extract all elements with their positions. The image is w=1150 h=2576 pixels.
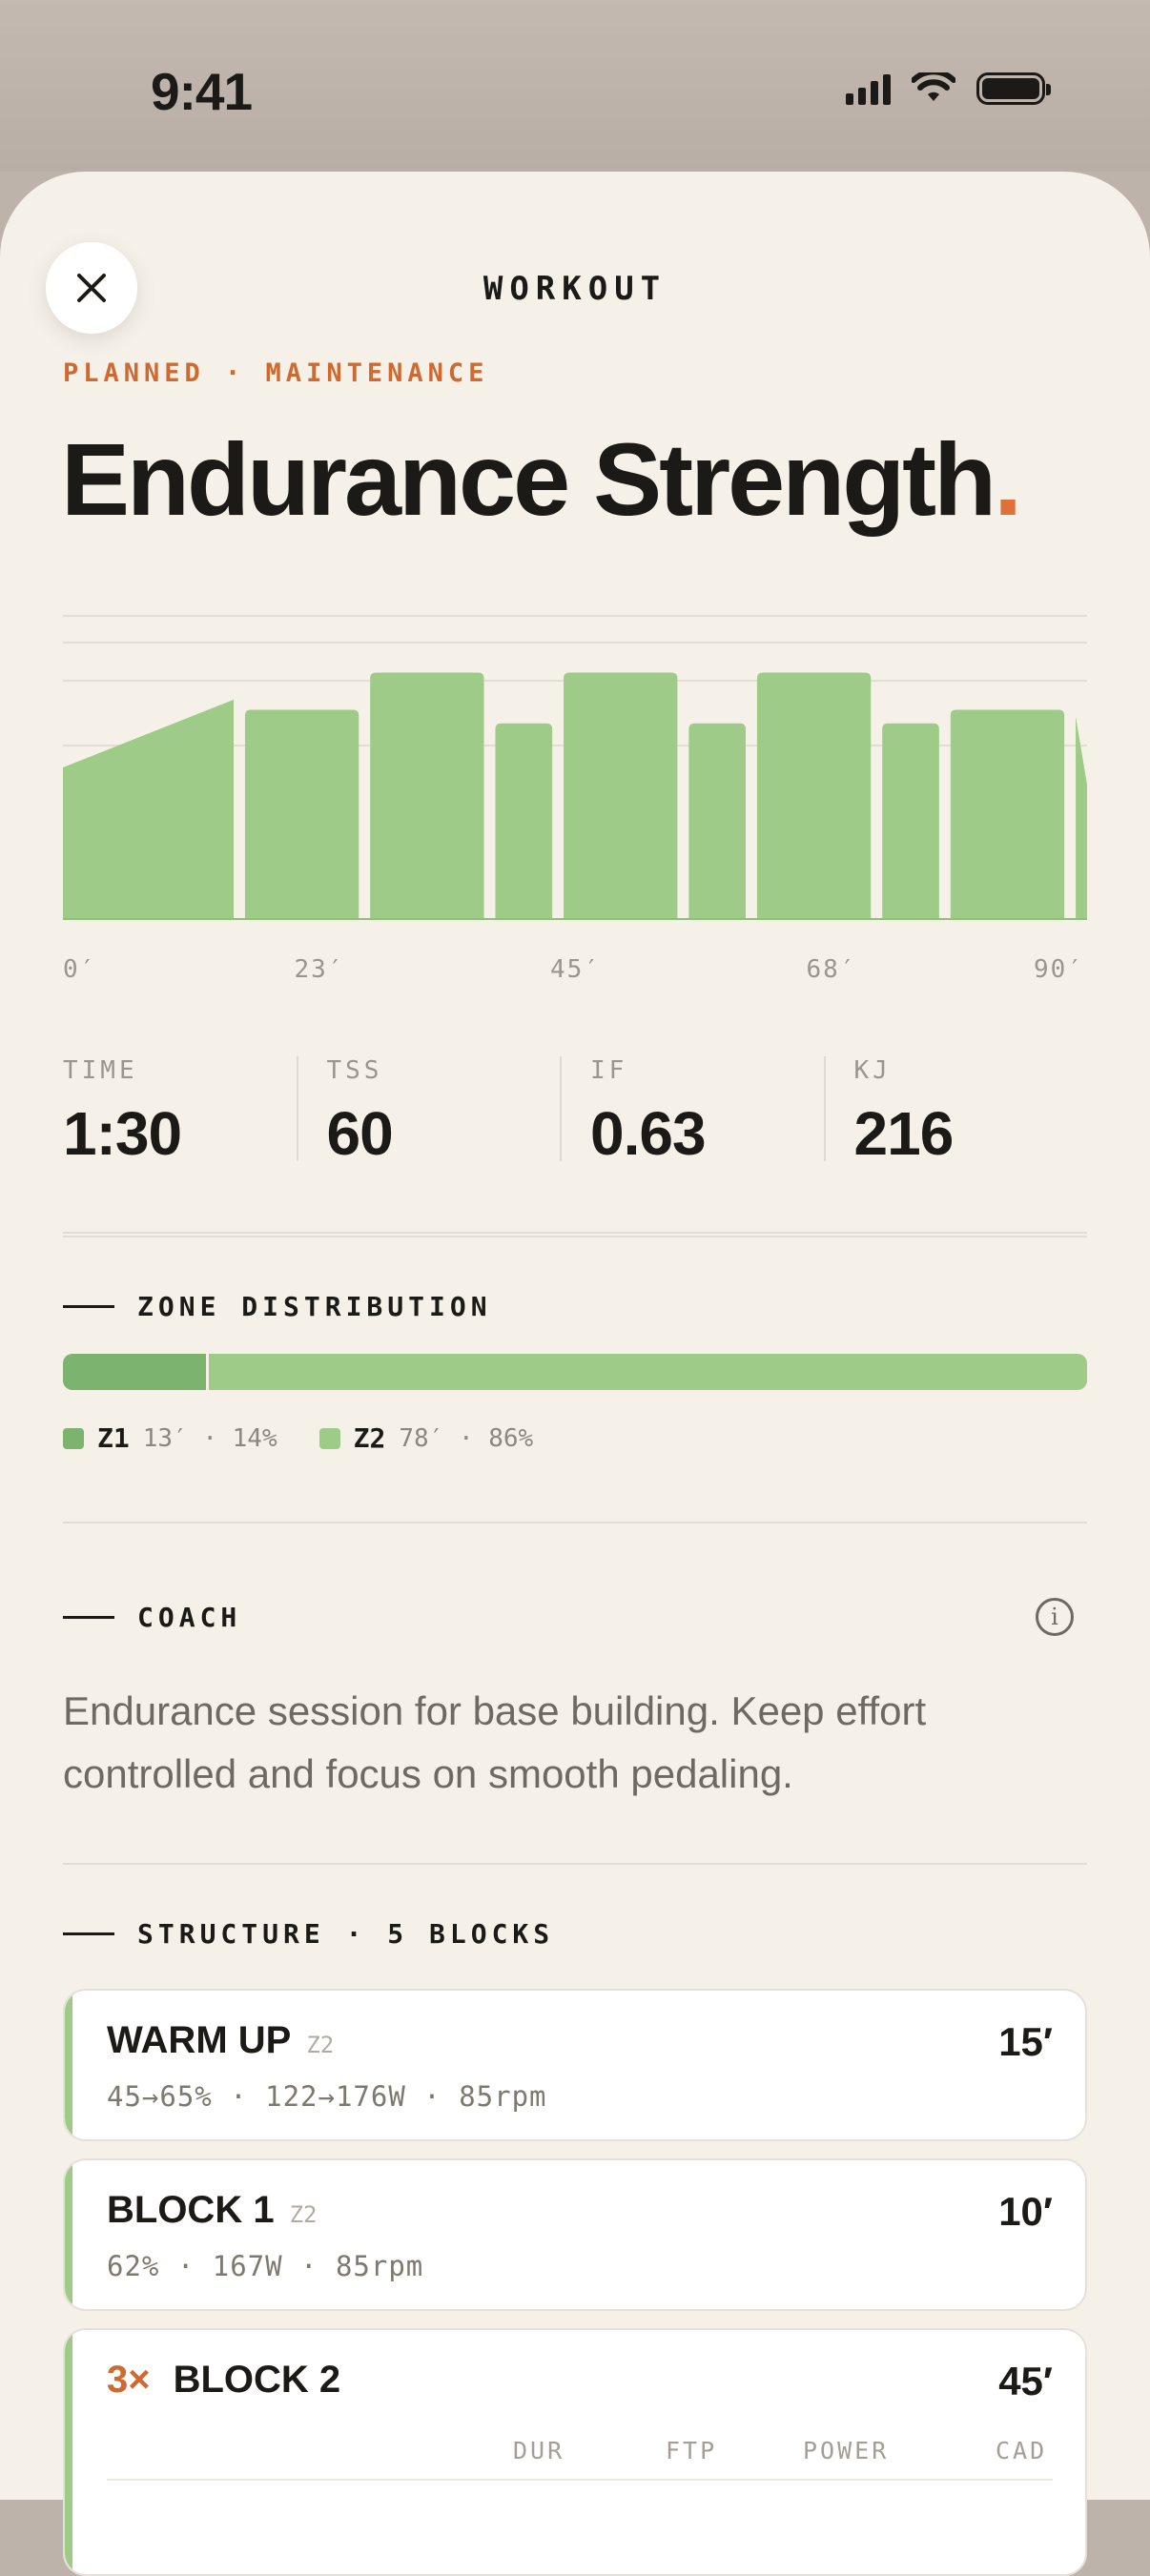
status-icons: [846, 72, 1051, 105]
structure-block-2[interactable]: 3× BLOCK 2 45′ DUR FTP POWER CAD: [63, 2328, 1087, 2576]
page-title-text: Endurance Strength: [61, 421, 996, 537]
stat-label: IF: [590, 1056, 628, 1085]
structure-heading: STRUCTURE · 5 BLOCKS: [63, 1918, 554, 1950]
divider: [63, 1236, 1087, 1237]
workout-sheet: WORKOUT PLANNED · MAINTENANCE Endurance …: [0, 172, 1150, 2500]
block-name: WARM UP: [107, 2019, 292, 2061]
column-header-ftp: FTP: [666, 2437, 718, 2464]
zone-detail: 78′ · 86%: [399, 1423, 534, 1453]
block-duration: 10′: [998, 2189, 1053, 2234]
stat-label: KJ: [853, 1056, 892, 1085]
stats-row: TIME 1:30 TSS 60 IF 0.63 KJ 216: [63, 1056, 1088, 1168]
chart-x-tick: 45′: [550, 955, 601, 984]
zone-legend-z1: Z1 13′ · 14%: [63, 1422, 277, 1454]
block-duration: 45′: [998, 2359, 1053, 2403]
chart-segment: [688, 723, 746, 920]
signal-icon: [846, 72, 891, 105]
chart-segment: [756, 672, 872, 920]
chart-segment: [1076, 716, 1087, 920]
block-name: BLOCK 2: [173, 2359, 341, 2401]
section-title: ZONE DISTRIBUTION: [137, 1291, 492, 1322]
chart-segment: [564, 672, 678, 920]
stat-value: 1:30: [63, 1099, 182, 1168]
zone-legend: Z1 13′ · 14% Z2 78′ · 86%: [63, 1422, 533, 1454]
section-title: COACH: [137, 1602, 242, 1633]
block-zone: Z2: [289, 2201, 318, 2228]
page-title: Endurance Strength.: [61, 419, 1022, 539]
zone-distribution-bar: [63, 1354, 1087, 1390]
stat-value: 0.63: [590, 1099, 707, 1168]
chart-segment: [244, 709, 359, 920]
chart-x-tick: 68′: [806, 955, 857, 984]
chart-segment: [495, 723, 553, 920]
stat-label: TSS: [326, 1056, 383, 1085]
stat-if: IF 0.63: [560, 1056, 824, 1168]
stat-kj: KJ 216: [823, 1056, 1088, 1168]
block-name: BLOCK 1: [107, 2189, 275, 2231]
coach-text: Endurance session for base building. Kee…: [63, 1688, 927, 1796]
stat-label: TIME: [63, 1056, 138, 1085]
structure-block-1[interactable]: BLOCK 1 Z2 10′ 62% · 167W · 85rpm: [63, 2158, 1087, 2311]
status-bar: 9:41: [0, 0, 1150, 172]
stat-tss: TSS 60: [296, 1056, 561, 1168]
title-dot: .: [994, 421, 1022, 537]
coach-heading: COACH: [63, 1602, 241, 1633]
zone-distribution-heading: ZONE DISTRIBUTION: [63, 1291, 492, 1322]
battery-icon: [976, 72, 1051, 105]
zone-name: Z2: [353, 1422, 386, 1454]
power-profile-chart: [63, 615, 1087, 920]
column-header-dur: DUR: [513, 2437, 565, 2464]
info-icon[interactable]: i: [1036, 1598, 1074, 1636]
zone-bar-z1: [63, 1354, 206, 1390]
structure-block-warmup[interactable]: WARM UP Z2 15′ 45→65% · 122→176W · 85rpm: [63, 1989, 1087, 2141]
chart-segment: [370, 672, 484, 920]
block-zone: Z2: [306, 2032, 335, 2058]
column-header-power: POWER: [803, 2437, 890, 2464]
workout-eyebrow: PLANNED · MAINTENANCE: [63, 358, 489, 388]
chart-segment: [882, 723, 939, 920]
divider: [63, 1522, 1087, 1523]
zone-bar-z2: [205, 1354, 1087, 1390]
header-title: WORKOUT: [483, 270, 667, 308]
wifi-icon: [912, 72, 955, 101]
block-duration: 15′: [998, 2019, 1053, 2064]
block-title: WARM UP Z2: [107, 2019, 334, 2062]
divider: [63, 1863, 1087, 1865]
stat-value: 60: [326, 1099, 394, 1168]
stat-value: 216: [853, 1099, 955, 1168]
block-title: BLOCK 1 Z2: [107, 2189, 317, 2232]
chart-x-tick: 0′: [63, 955, 97, 984]
block-title: 3× BLOCK 2: [107, 2359, 340, 2402]
stat-time: TIME 1:30: [63, 1056, 297, 1168]
block-meta: 62% · 167W · 85rpm: [107, 2250, 424, 2282]
zone-detail: 13′ · 14%: [142, 1423, 277, 1453]
chart-segment: [63, 699, 234, 920]
zone-legend-z2: Z2 78′ · 86%: [318, 1422, 534, 1454]
divider: [63, 1232, 1087, 1234]
status-time: 9:41: [151, 62, 253, 121]
block-repeat: 3×: [107, 2359, 151, 2401]
chart-segment: [950, 709, 1065, 920]
column-header-cad: CAD: [996, 2437, 1048, 2464]
block-meta: 45→65% · 122→176W · 85rpm: [107, 2080, 547, 2113]
chart-x-tick: 90′: [1034, 955, 1084, 984]
section-title: STRUCTURE · 5 BLOCKS: [137, 1918, 555, 1950]
chart-x-tick: 23′: [294, 955, 345, 984]
zone-name: Z1: [97, 1422, 130, 1454]
